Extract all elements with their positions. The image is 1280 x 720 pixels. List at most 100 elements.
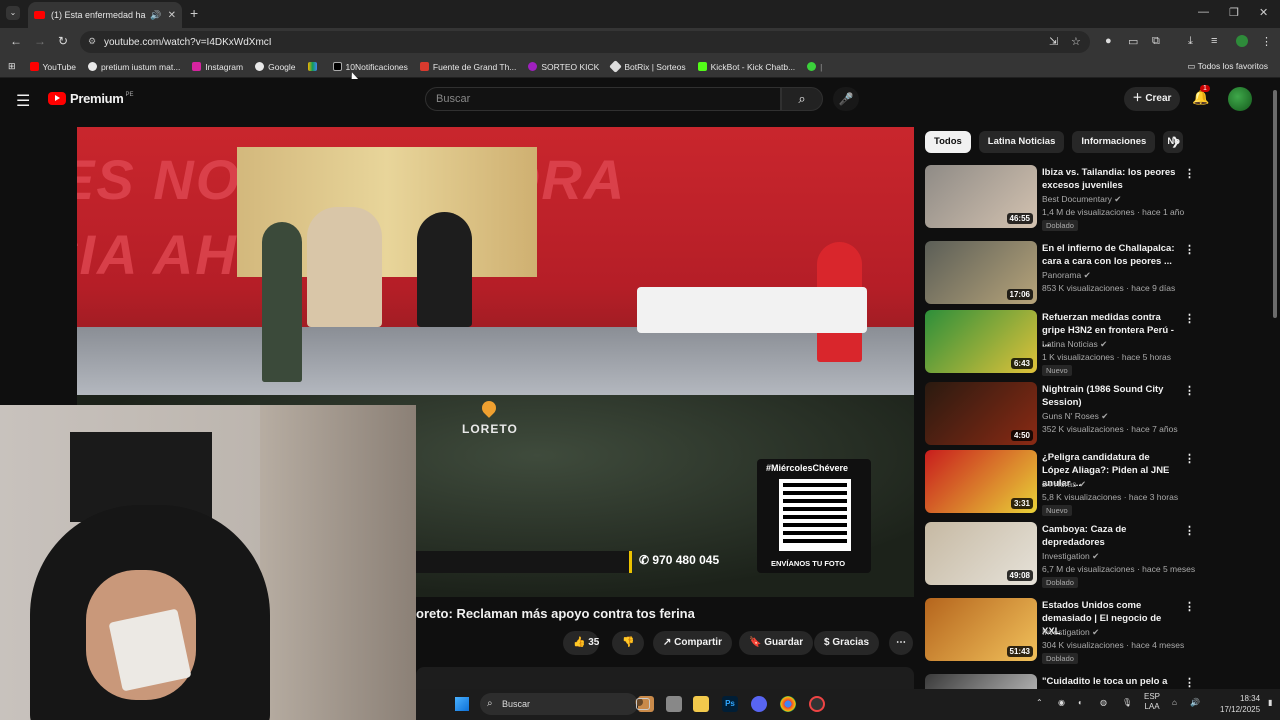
channel-name[interactable]: Best Documentary ✔ — [1042, 194, 1121, 205]
bookmark-colorful[interactable] — [307, 62, 321, 71]
recommendation-item[interactable]: 4:50 Nightrain (1986 Sound City Session) G… — [925, 382, 1270, 446]
more-options-icon[interactable]: ⋮ — [1184, 167, 1195, 180]
more-options-icon[interactable]: ⋮ — [1184, 384, 1195, 397]
channel-name[interactable]: Panorama ✔ — [1042, 270, 1091, 281]
install-app-icon[interactable]: ⇲ — [1049, 35, 1058, 48]
task-view-icon[interactable] — [636, 698, 650, 710]
recommendation-title[interactable]: Ibiza vs. Tailandia: los peores excesos … — [1042, 166, 1177, 192]
chrome-icon[interactable] — [780, 696, 796, 712]
taskbar-search[interactable]: ⌕ Buscar — [480, 693, 638, 715]
recommendation-item[interactable]: 49:08 Camboya: Caza de depredadores Invest… — [925, 522, 1270, 588]
like-button[interactable]: 👍 35 — [563, 631, 600, 655]
recommendation-title[interactable]: Nightrain (1986 Sound City Session) — [1042, 383, 1177, 409]
bookmark-pretium[interactable]: pretium iustum mat... — [87, 62, 180, 72]
audio-playing-icon[interactable]: 🔊 — [150, 10, 161, 21]
recommendation-item[interactable]: 46:55 Ibiza vs. Tailandia: los peores exc… — [925, 165, 1270, 231]
search-button[interactable]: ⌕ — [781, 87, 823, 111]
tray-app-icon[interactable]: ◍ — [1100, 698, 1107, 707]
tab-search-icon[interactable]: ⌄ — [6, 6, 20, 20]
bookmark-10notificaciones[interactable]: 10Notificaciones — [332, 62, 408, 72]
more-options-icon[interactable]: ⋮ — [1184, 312, 1195, 325]
app-icon[interactable] — [666, 696, 682, 712]
dislike-button[interactable]: 👎 — [612, 631, 645, 655]
bookmark-instagram[interactable]: Instagram — [192, 62, 243, 72]
address-bar[interactable]: ⚙ youtube.com/watch?v=I4DKxWdXmcI — [80, 31, 1090, 53]
notifications-button[interactable]: 🔔 1 — [1192, 85, 1210, 106]
system-clock[interactable]: 18:34 17/12/2025 — [1220, 693, 1260, 715]
video-thumbnail[interactable]: 51:43 — [925, 598, 1037, 661]
microphone-tray-icon[interactable]: 🎙 — [1122, 698, 1132, 707]
network-icon[interactable]: ⌂ — [1172, 698, 1177, 707]
more-options-icon[interactable]: ⋮ — [1184, 243, 1195, 256]
youtube-logo[interactable]: Premium PE — [48, 91, 134, 106]
bookmark-youtube[interactable]: YouTube — [29, 62, 76, 72]
reload-icon[interactable]: ↻ — [58, 34, 68, 48]
file-explorer-icon[interactable] — [693, 696, 709, 712]
close-tab-icon[interactable]: ✕ — [168, 10, 176, 21]
recommendation-title[interactable]: Camboya: Caza de depredadores — [1042, 523, 1177, 549]
more-actions-button[interactable]: ⋯ — [889, 631, 913, 655]
recommendation-item[interactable]: 17:06 En el infierno de Challapalca: cara… — [925, 241, 1270, 305]
save-button[interactable]: 🔖 Guardar — [739, 631, 814, 655]
tray-app-icon[interactable]: ◐ — [1078, 698, 1083, 707]
site-info-icon[interactable]: ⚙ — [88, 36, 96, 47]
download-icon[interactable]: ⤓ — [1188, 35, 1193, 48]
close-window-icon[interactable]: ✕ — [1259, 6, 1268, 19]
bookmark-kickbot[interactable]: KickBot - Kick Chatb... — [697, 62, 795, 72]
share-button[interactable]: ↗ Compartir — [653, 631, 732, 655]
channel-name[interactable]: Investigation ✔ — [1042, 627, 1099, 638]
recommendation-title[interactable]: En el infierno de Challapalca: cara a ca… — [1042, 242, 1177, 268]
recommendation-item[interactable]: 3:31 ¿Peligra candidatura de López Aliaga… — [925, 450, 1270, 516]
channel-name[interactable]: 24 Horas ✔ — [1042, 479, 1086, 490]
recommendation-item[interactable]: 51:43 Estados Unidos come demasiado | El … — [925, 598, 1270, 664]
channel-name[interactable]: Latina Noticias ✔ — [1042, 339, 1107, 350]
more-options-icon[interactable]: ⋮ — [1184, 600, 1195, 613]
video-thumbnail[interactable]: 49:08 — [925, 522, 1037, 585]
description-box[interactable] — [416, 667, 914, 689]
forward-icon[interactable]: → — [34, 34, 46, 48]
chevron-right-icon[interactable]: ❯ — [1171, 135, 1180, 148]
more-options-icon[interactable]: ⋮ — [1184, 676, 1195, 689]
bookmark-google[interactable]: Google — [255, 62, 296, 72]
video-thumbnail[interactable]: 3:31 — [925, 450, 1037, 513]
channel-name[interactable]: Guns N' Roses ✔ — [1042, 411, 1108, 422]
notification-center-icon[interactable]: ▮ — [1268, 698, 1272, 707]
discord-icon[interactable] — [751, 696, 767, 712]
profile-icon[interactable] — [1236, 35, 1248, 47]
volume-icon[interactable]: 🔊 — [1190, 698, 1200, 707]
avatar[interactable] — [1228, 87, 1252, 111]
apps-icon[interactable]: ⊞ — [8, 61, 16, 72]
channel-name[interactable]: Investigation ✔ — [1042, 551, 1099, 562]
recommendation-item[interactable]: 6:43 Refuerzan medidas contra gripe H3N2 … — [925, 310, 1270, 376]
restore-icon[interactable]: ❐ — [1229, 6, 1239, 19]
video-thumbnail[interactable]: 17:06 — [925, 241, 1037, 304]
chip-all[interactable]: Todos — [925, 131, 971, 153]
obs-icon[interactable] — [809, 696, 825, 712]
bookmark-star-icon[interactable]: ☆ — [1071, 35, 1081, 48]
bookmark-botrix[interactable]: BotRix | Sorteos — [609, 60, 686, 73]
extension-icon[interactable]: ● — [1105, 35, 1112, 47]
create-button[interactable]: ＋ Crear — [1124, 87, 1180, 111]
search-input[interactable]: Buscar — [425, 87, 781, 111]
language-indicator[interactable]: ESP LAA — [1144, 692, 1160, 712]
photoshop-icon[interactable]: Ps — [722, 696, 738, 712]
extension-2-icon[interactable]: ▭ — [1128, 35, 1138, 48]
page-scrollbar[interactable] — [1273, 90, 1277, 318]
video-thumbnail[interactable]: 6:43 — [925, 310, 1037, 373]
thanks-button[interactable]: $ Gracias — [814, 631, 880, 655]
voice-search-button[interactable]: 🎤 — [833, 87, 859, 111]
chip-informaciones[interactable]: Informaciones — [1072, 131, 1156, 153]
more-options-icon[interactable]: ⋮ — [1184, 452, 1195, 465]
video-thumbnail[interactable]: 46:55 — [925, 165, 1037, 228]
chip-latina-noticias[interactable]: Latina Noticias — [978, 131, 1065, 153]
browser-menu-icon[interactable]: ⋮ — [1261, 35, 1272, 48]
back-icon[interactable]: ← — [10, 34, 22, 48]
bookmark-green[interactable]: | — [807, 62, 822, 72]
media-controls-icon[interactable]: ≡ — [1211, 35, 1217, 47]
windows-start-icon[interactable] — [455, 697, 469, 711]
video-thumbnail[interactable]: 4:50 — [925, 382, 1037, 445]
browser-tab-active[interactable]: (1) Esta enfermedad ha cau 🔊 ✕ — [28, 2, 182, 28]
all-bookmarks[interactable]: ▭ Todos los favoritos — [1187, 61, 1268, 72]
new-tab-button[interactable]: + — [190, 5, 198, 21]
menu-icon[interactable]: ☰ — [16, 91, 30, 111]
